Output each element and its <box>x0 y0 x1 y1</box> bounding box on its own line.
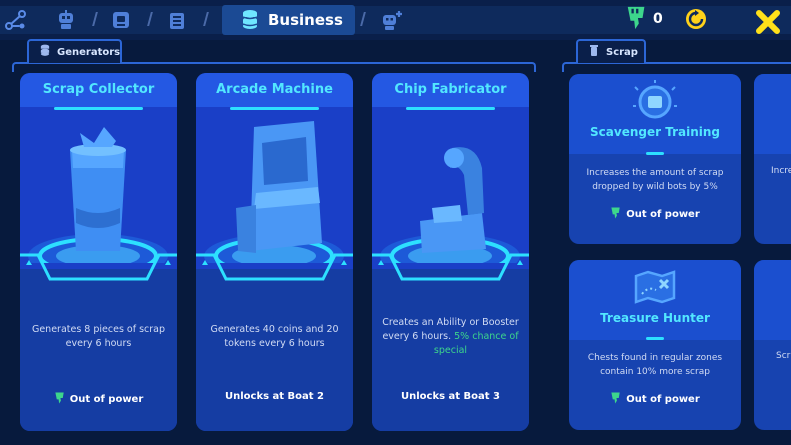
scrap-upgrade-description: Increases the amount of scrap dropped by… <box>586 168 724 192</box>
title-underline <box>406 107 495 110</box>
scrap-upgrade-title: Scavenger Training <box>590 125 720 139</box>
top-bar: Business 0 <box>0 0 791 40</box>
generator-status-label: Out of power <box>69 394 144 405</box>
scavenger-badge-icon <box>633 80 677 119</box>
generator-title: Scrap Collector <box>42 82 155 97</box>
arcade-machine-art <box>204 121 344 263</box>
scrap-card-top <box>754 74 791 154</box>
scrap-card-treasure-hunter[interactable]: Treasure Hunter Chests found in regular … <box>569 260 741 430</box>
title-underline <box>230 107 319 110</box>
scrap-upgrade-status-label: Out of power <box>626 394 700 405</box>
title-underline <box>646 152 664 155</box>
scrap-card-top <box>754 260 791 340</box>
bot-card-icon[interactable] <box>109 8 133 32</box>
network-icon[interactable] <box>4 8 28 32</box>
generators-section-tab: Generators <box>27 39 122 63</box>
scrap-collector-art <box>28 127 168 263</box>
scrap-upgrade-title: Treasure Hunter <box>600 311 710 325</box>
partial-card-text: Incre <box>771 166 791 176</box>
scrap-upgrade-status: Out of power <box>569 391 741 408</box>
treasure-map-icon <box>634 270 676 304</box>
title-underline <box>646 337 664 340</box>
scrap-bin-icon <box>588 44 600 60</box>
robot-icon[interactable] <box>54 8 78 32</box>
scrap-upgrade-status: Out of power <box>569 206 741 223</box>
coin-stack-icon <box>240 9 260 35</box>
generator-description: Generates 40 coins and 20 tokens every 6… <box>210 324 339 349</box>
generator-card-chip-fabricator[interactable]: Chip Fabricator Creates an Ability or Bo… <box>372 73 529 431</box>
generators-section-label: Generators <box>57 46 121 58</box>
generator-status-label: Unlocks at Boat 2 <box>224 391 325 402</box>
scrap-card-scavenger-training[interactable]: Scavenger Training Increases the amount … <box>569 74 741 244</box>
card-divider <box>20 253 177 281</box>
scrap-upgrade-description: Chests found in regular zones contain 10… <box>587 353 723 377</box>
generator-description: Creates an Ability or Booster every 6 ho… <box>382 316 519 358</box>
close-icon[interactable] <box>754 8 782 36</box>
generator-status: Unlocks at Boat 3 <box>372 391 529 402</box>
scrap-section-label: Scrap <box>606 46 638 58</box>
chip-fabricator-art <box>380 147 520 263</box>
power-plug-icon <box>54 391 66 408</box>
title-underline <box>54 107 143 110</box>
card-divider <box>372 253 529 281</box>
clipboard-icon[interactable] <box>165 8 189 32</box>
scrap-section-tab: Scrap <box>576 39 646 63</box>
tab-business-label: Business <box>268 11 343 29</box>
robot-add-icon[interactable] <box>380 8 404 32</box>
generator-title: Arcade Machine <box>216 82 333 97</box>
generator-status-label: Unlocks at Boat 3 <box>400 391 501 402</box>
tab-business[interactable]: Business <box>222 5 355 35</box>
power-plug-icon <box>625 6 649 30</box>
generators-section-frame <box>12 62 536 72</box>
partial-card-text: Scr <box>776 351 791 361</box>
power-plug-icon <box>610 206 622 223</box>
coin-stack-icon <box>39 44 51 60</box>
scrap-card-partial[interactable]: Incre <box>754 74 791 244</box>
generator-card-scrap-collector[interactable]: Scrap Collector Generates 8 pieces of sc… <box>20 73 177 431</box>
power-plug-icon <box>610 391 622 408</box>
generator-status: Unlocks at Boat 2 <box>196 391 353 402</box>
generator-status: Out of power <box>20 391 177 408</box>
power-count: 0 <box>653 11 663 27</box>
scrap-section-frame <box>562 62 791 72</box>
generator-title: Chip Fabricator <box>394 82 507 97</box>
card-divider <box>196 253 353 281</box>
generator-card-arcade-machine[interactable]: Arcade Machine Generates 40 coins and 20… <box>196 73 353 431</box>
generator-description: Generates 8 pieces of scrap every 6 hour… <box>31 324 166 349</box>
scrap-card-partial[interactable]: Scr <box>754 260 791 430</box>
scrap-upgrade-status-label: Out of power <box>626 209 700 220</box>
refresh-icon[interactable] <box>684 7 708 31</box>
